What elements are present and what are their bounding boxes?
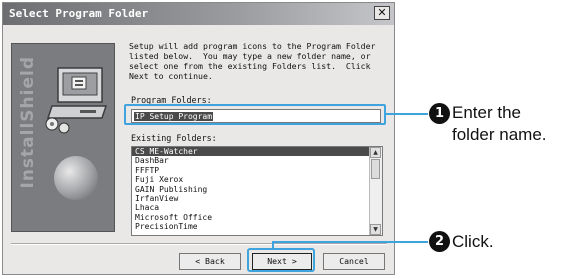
computer-icon [45, 67, 108, 134]
close-button[interactable]: ✕ [374, 6, 390, 20]
close-icon: ✕ [377, 6, 387, 19]
installshield-side-panel: InstallShield [11, 43, 115, 232]
callout-line-2 [272, 241, 428, 243]
existing-folders-list[interactable]: CS ME-Watcher DashBar FFFTP Fuji Xerox G… [131, 146, 383, 236]
list-item[interactable]: Lhaca [132, 203, 382, 212]
list-item[interactable]: GAIN Publishing [132, 185, 382, 194]
scroll-down-icon[interactable]: ▼ [370, 224, 381, 235]
list-item[interactable]: PrecisionTime [132, 222, 382, 231]
list-item[interactable]: FFFTP [132, 166, 382, 175]
dialog-title: Select Program Folder [9, 7, 149, 20]
list-scrollbar[interactable]: ▲ ▼ [369, 147, 382, 235]
list-item[interactable]: IrfanView [132, 194, 382, 203]
existing-folders-label: Existing Folders: [131, 133, 217, 143]
button-separator [11, 243, 387, 245]
list-item[interactable]: CS ME-Watcher [132, 147, 370, 157]
back-button[interactable]: < Back [179, 253, 241, 270]
globe-icon [54, 156, 98, 200]
intro-text: Setup will add program icons to the Prog… [129, 41, 376, 81]
scroll-thumb[interactable] [371, 159, 380, 179]
callout-text-1: Enter the folder name. [452, 103, 547, 144]
select-program-folder-dialog: Select Program Folder ✕ InstallShield Se… [2, 2, 395, 275]
callout-number-2: 2 [429, 231, 450, 252]
title-bar: Select Program Folder ✕ [3, 3, 394, 25]
callout-line-1 [386, 113, 428, 115]
scroll-up-icon[interactable]: ▲ [370, 147, 381, 158]
callout-number-1: 1 [429, 103, 450, 124]
list-item[interactable]: DashBar [132, 156, 382, 165]
list-item[interactable]: Microsoft Office [132, 213, 382, 222]
callout-text-2: Click. [452, 232, 494, 251]
next-button-highlight [247, 248, 315, 272]
list-item[interactable]: Fuji Xerox [132, 175, 382, 184]
installshield-brand-text: InstallShield [18, 56, 38, 189]
cancel-button[interactable]: Cancel [323, 253, 385, 270]
program-folder-highlight [124, 104, 386, 125]
